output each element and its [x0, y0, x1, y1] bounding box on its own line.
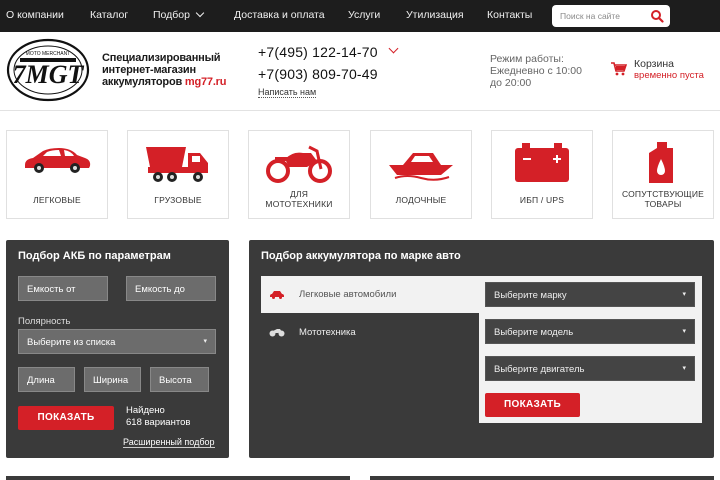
nav-services[interactable]: Услуги	[348, 9, 380, 21]
cart-icon[interactable]	[611, 62, 627, 76]
search-box	[552, 5, 670, 27]
nav-about[interactable]: О компании	[6, 9, 64, 21]
tab-moto[interactable]: Мототехника	[261, 314, 479, 351]
brand-search-panel: Подбор аккумулятора по марке авто Легков…	[249, 240, 714, 458]
chevron-down-icon	[195, 8, 205, 18]
category-label: ГРУЗОВЫЕ	[154, 195, 202, 205]
phone-primary[interactable]: +7(495) 122-14-70	[258, 44, 378, 60]
tagline-site: mg77.ru	[184, 76, 227, 88]
tagline-line2: интернет-магазин	[102, 64, 196, 76]
battery-icon	[515, 143, 569, 182]
nav-catalog[interactable]: Каталог	[90, 9, 128, 21]
category-trucks[interactable]: ГРУЗОВЫЕ	[127, 130, 229, 219]
nav-selection[interactable]: Подбор	[153, 8, 205, 21]
category-label: ДЛЯ	[289, 189, 309, 199]
category-boats[interactable]: ЛОДОЧНЫЕ	[370, 130, 472, 219]
caret-down-icon: ▾	[203, 338, 207, 345]
brand-select-value: Выберите марку	[494, 290, 567, 301]
nav-recycling[interactable]: Утилизация	[406, 9, 464, 21]
extended-search-link[interactable]: Расширенный подбор	[123, 437, 215, 448]
width-input[interactable]: Ширина	[84, 367, 141, 392]
engine-select-value: Выберите двигатель	[494, 364, 585, 375]
category-ups[interactable]: ИБП / UPS	[491, 130, 593, 219]
hours-line1: Режим работы:	[490, 53, 564, 65]
found-label: Найдено	[126, 405, 165, 416]
tagline: Специализированный интернет-магазин акку…	[102, 52, 226, 88]
polarity-select-value: Выберите из списка	[27, 337, 116, 348]
phone-secondary[interactable]: +7(903) 809-70-49	[258, 66, 378, 82]
car-icon	[25, 148, 91, 173]
cart-title[interactable]: Корзина	[634, 58, 674, 70]
truck-icon	[146, 147, 208, 182]
brand-show-button[interactable]: ПОКАЗАТЬ	[485, 393, 580, 417]
write-us-link[interactable]: Написать нам	[258, 87, 317, 98]
tagline-line1: Специализированный	[102, 52, 221, 64]
category-label: ТОВАРЫ	[644, 199, 682, 209]
boat-icon	[389, 153, 453, 181]
engine-select[interactable]: Выберите двигатель ▾	[485, 356, 695, 381]
brand-select[interactable]: Выберите марку ▾	[485, 282, 695, 307]
top-nav: О компании Каталог Подбор Доставка и опл…	[0, 0, 720, 32]
bottom-panel-left	[6, 476, 350, 480]
header-divider	[0, 110, 720, 111]
category-accessories[interactable]: СОПУТСТВУЮЩИЕ ТОВАРЫ	[612, 130, 714, 219]
tab-label: Легковые автомобили	[299, 289, 397, 300]
category-label: ЛЕГКОВЫЕ	[33, 195, 81, 205]
nav-delivery[interactable]: Доставка и оплата	[234, 9, 325, 21]
model-select[interactable]: Выберите модель ▾	[485, 319, 695, 344]
category-cars[interactable]: ЛЕГКОВЫЕ	[6, 130, 108, 219]
car-icon	[270, 291, 284, 299]
found-count: Найдено 618 вариантов	[126, 405, 190, 429]
polarity-label: Полярность	[18, 316, 71, 327]
param-search-panel: Подбор АКБ по параметрам Емкость от Емко…	[6, 240, 229, 458]
nav-contacts[interactable]: Контакты	[487, 9, 532, 21]
logo-arc-text: MOTO MERCHANT	[26, 51, 71, 57]
logo[interactable]: MOTO MERCHANT 7MGT	[6, 38, 90, 102]
length-input[interactable]: Длина	[18, 367, 75, 392]
motorcycle-icon	[266, 145, 332, 183]
hours-line2: Ежедневно с 10:00	[490, 65, 582, 77]
polarity-select[interactable]: Выберите из списка ▾	[18, 329, 216, 354]
category-label: ЛОДОЧНЫЕ	[395, 195, 447, 205]
bottom-panel-right	[370, 476, 714, 480]
category-label: МОТОТЕХНИКИ	[265, 199, 333, 209]
cart-status: временно пуста	[634, 70, 704, 81]
capacity-to-input[interactable]: Емкость до	[126, 276, 216, 301]
capacity-from-input[interactable]: Емкость от	[18, 276, 108, 301]
brand-selectors: Выберите марку ▾ Выберите модель ▾ Выбер…	[479, 276, 702, 423]
panel-title: Подбор АКБ по параметрам	[18, 250, 171, 262]
caret-down-icon: ▾	[682, 291, 686, 298]
hours-line3: до 20:00	[490, 77, 532, 89]
category-moto[interactable]: ДЛЯ МОТОТЕХНИКИ	[248, 130, 350, 219]
category-label: СОПУТСТВУЮЩИЕ	[621, 189, 705, 199]
tab-cars[interactable]: Легковые автомобили	[261, 276, 479, 313]
search-icon[interactable]	[650, 9, 664, 23]
caret-down-icon: ▾	[682, 328, 686, 335]
tagline-line3: аккумуляторов	[102, 76, 185, 88]
motorcycle-icon	[269, 329, 285, 337]
found-value: 618 вариантов	[126, 417, 191, 428]
chevron-down-icon[interactable]	[388, 43, 399, 54]
caret-down-icon: ▾	[682, 365, 686, 372]
model-select-value: Выберите модель	[494, 327, 574, 338]
tab-label: Мототехника	[299, 327, 356, 338]
category-label: ИБП / UPS	[519, 195, 565, 205]
show-button[interactable]: ПОКАЗАТЬ	[18, 406, 114, 430]
working-hours: Режим работы: Ежедневно с 10:00 до 20:00	[490, 53, 582, 89]
nav-selection-label: Подбор	[153, 9, 190, 21]
logo-text: 7MGT	[13, 60, 85, 89]
oil-canister-icon	[649, 142, 673, 183]
search-input[interactable]	[560, 9, 644, 23]
height-input[interactable]: Высота	[150, 367, 209, 392]
panel-title: Подбор аккумулятора по марке авто	[261, 250, 461, 262]
